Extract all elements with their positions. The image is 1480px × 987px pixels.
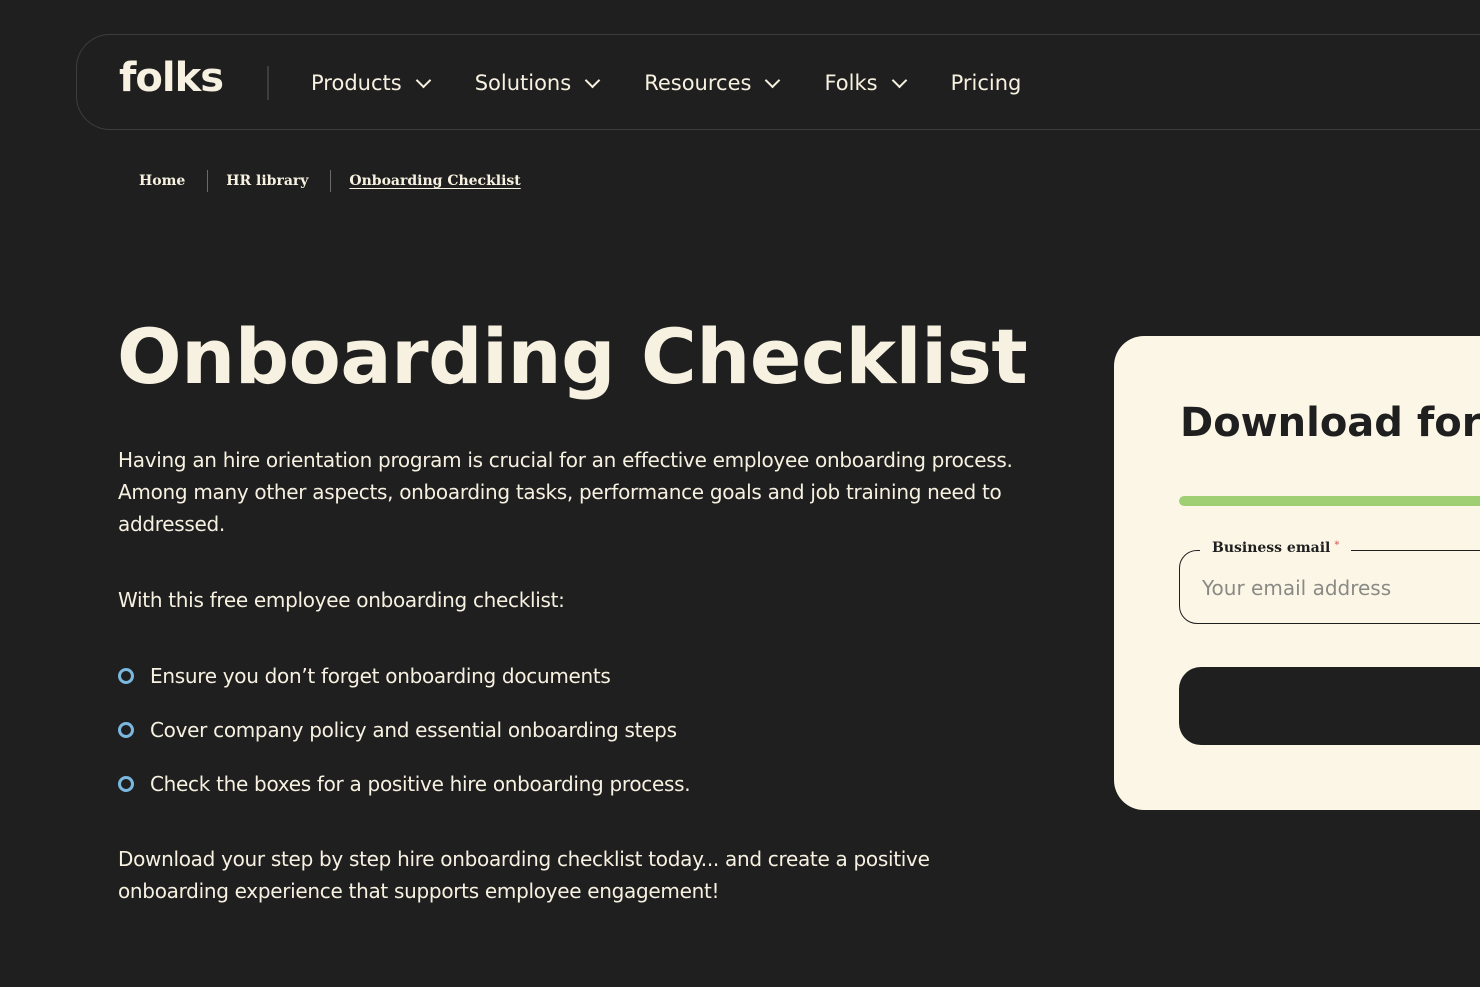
list-item: Cover company policy and essential onboa…: [118, 714, 690, 746]
nav-item-resources[interactable]: Resources: [644, 71, 781, 95]
benefits-list: Ensure you don’t forget onboarding docum…: [118, 660, 691, 822]
list-item-text: Cover company policy and essential onboa…: [150, 718, 677, 742]
business-email-label-text: Business email: [1212, 540, 1331, 556]
circle-bullet-icon: [118, 668, 134, 684]
list-item: Ensure you don’t forget onboarding docum…: [118, 660, 690, 692]
business-email-field: Business email *: [1179, 540, 1480, 624]
circle-bullet-icon: [118, 722, 134, 738]
top-navbar: folks Products Solutions Resources Folks…: [76, 34, 1480, 130]
lead-text: With this free employee onboarding check…: [118, 588, 565, 612]
nav-item-label: Resources: [644, 71, 752, 95]
nav-menu: Products Solutions Resources Folks Prici…: [311, 35, 1021, 131]
breadcrumb-current[interactable]: Onboarding Checklist: [349, 173, 520, 189]
breadcrumb: Home HR library Onboarding Checklist: [139, 170, 521, 192]
chevron-down-icon: [584, 72, 601, 88]
nav-item-pricing[interactable]: Pricing: [951, 71, 1022, 95]
chevron-down-icon: [765, 72, 781, 88]
breadcrumb-home[interactable]: Home: [139, 173, 185, 189]
form-title: Download for: [1180, 400, 1480, 446]
business-email-label: Business email *: [1200, 540, 1352, 556]
nav-item-label: Folks: [824, 71, 878, 95]
list-item: Check the boxes for a positive hire onbo…: [118, 768, 691, 800]
list-item-text: Check the boxes for a positive hire onbo…: [150, 772, 691, 796]
download-form-card: Download for Business email *: [1114, 336, 1480, 810]
chevron-down-icon: [891, 72, 907, 88]
nav-divider: [267, 66, 269, 100]
form-progress-bar: [1179, 496, 1480, 506]
form-progress-fill: [1179, 496, 1480, 506]
nav-item-label: Pricing: [950, 71, 1022, 95]
folks-logo[interactable]: folks: [119, 55, 224, 101]
nav-item-label: Solutions: [474, 71, 572, 95]
business-email-input[interactable]: [1200, 571, 1480, 605]
breadcrumb-separator: [207, 170, 209, 192]
required-mark: *: [1334, 540, 1340, 551]
download-submit-button[interactable]: [1179, 667, 1480, 745]
list-item-text: Ensure you don’t forget onboarding docum…: [150, 664, 611, 688]
nav-item-products[interactable]: Products: [311, 71, 431, 95]
nav-item-label: Products: [311, 71, 402, 95]
intro-paragraph: Having an hire orientation program is cr…: [118, 448, 1013, 536]
circle-bullet-icon: [118, 776, 134, 792]
page-title: Onboarding Checklist: [117, 312, 1028, 401]
nav-item-solutions[interactable]: Solutions: [474, 71, 601, 95]
breadcrumb-hr-library[interactable]: HR library: [226, 173, 308, 189]
chevron-down-icon: [415, 72, 431, 88]
nav-item-folks[interactable]: Folks: [824, 71, 907, 95]
breadcrumb-separator: [330, 170, 332, 192]
outro-paragraph: Download your step by step hire onboardi…: [118, 847, 930, 903]
